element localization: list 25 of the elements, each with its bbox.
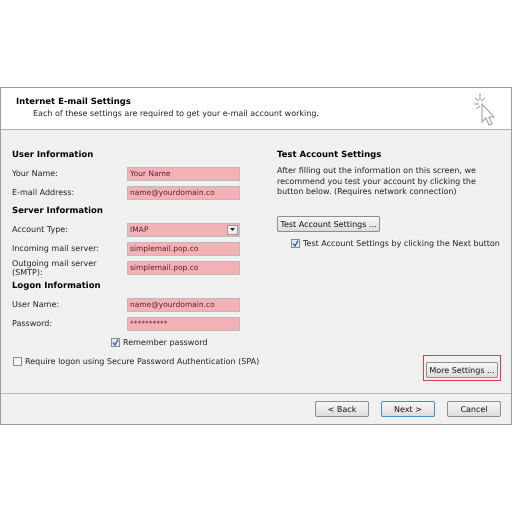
dialog-button[interactable]: Cancel (447, 401, 501, 417)
test-description: After filling out the information on this screen, we recommend you test your account by clicking the button below. (Requires network connection) (277, 166, 477, 198)
field-label: E-mail Address: (12, 188, 76, 197)
field-label: Incoming mail server: (12, 244, 100, 253)
section-heading: Server Information (12, 205, 104, 218)
section-heading: Test Account Settings (277, 149, 382, 162)
auto-test-checkbox[interactable] (291, 239, 300, 248)
section-heading: User Information (12, 149, 94, 162)
more-settings-button[interactable]: More Settings ... (426, 362, 498, 378)
spa-checkbox[interactable] (13, 357, 22, 366)
section-heading: Logon Information (12, 280, 102, 293)
checkbox-label: Require logon using Secure Password Authentication (SPA) (25, 357, 260, 366)
field-label: Outgoing mail server (SMTP): (12, 258, 98, 276)
checkbox-label: Test Account Settings by clicking the Next button (303, 239, 500, 248)
dialog-subtitle: Each of these settings are required to get your e-mail account working. (32, 109, 319, 118)
test-account-settings-button[interactable]: Test Account Settings ... (277, 216, 380, 232)
dialog-button[interactable]: < Back (315, 401, 369, 417)
dialog-title: Internet E-mail Settings (16, 97, 132, 107)
remember-password-checkbox[interactable] (111, 338, 120, 347)
dialog-button[interactable]: Next > (381, 401, 435, 417)
field-label: Your Name: (12, 169, 59, 178)
field-label: Account Type: (12, 225, 69, 234)
checkbox-label: Remember password (123, 338, 208, 347)
field-label: User Name: (12, 300, 60, 309)
field-label: Password: (12, 319, 54, 328)
